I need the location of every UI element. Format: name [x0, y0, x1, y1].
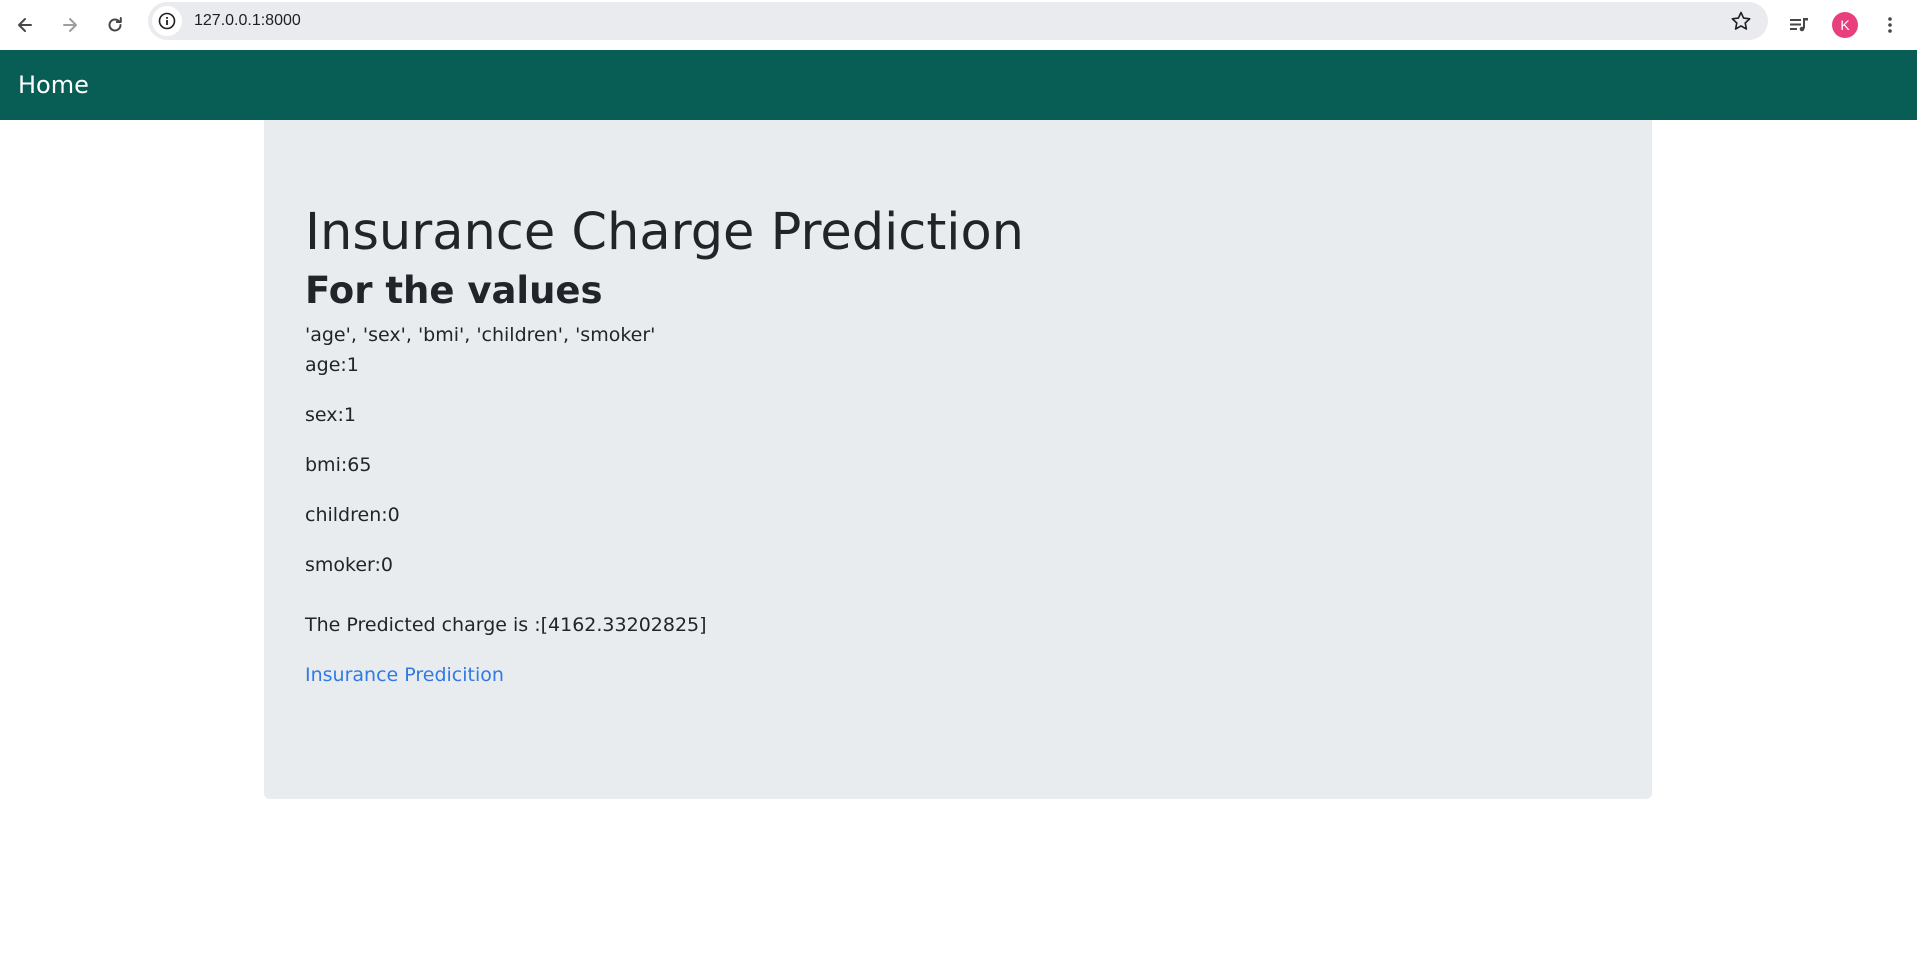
page-title: Insurance Charge Prediction — [305, 203, 1025, 262]
value-age: age:1 — [305, 353, 359, 376]
media-control-button[interactable] — [1780, 6, 1818, 44]
back-button[interactable] — [6, 6, 44, 44]
reload-icon — [108, 17, 122, 32]
value-smoker: smoker:0 — [305, 553, 394, 576]
url-text[interactable]: 127.0.0.1:8000 — [194, 2, 301, 40]
prediction-card: Insurance Charge Prediction For the valu… — [264, 120, 1652, 799]
home-link[interactable]: Home — [18, 50, 89, 120]
forward-button[interactable] — [51, 6, 89, 44]
browser-toolbar: 127.0.0.1:8000 K — [0, 0, 1917, 50]
fields-list: 'age', 'sex', 'bmi', 'children', 'smoker… — [305, 323, 656, 346]
bookmark-star-icon[interactable] — [1730, 10, 1752, 32]
value-sex: sex:1 — [305, 403, 356, 426]
profile-button[interactable]: K — [1826, 6, 1864, 44]
more-vert-icon — [1888, 17, 1892, 33]
media-queue-icon — [1790, 18, 1808, 32]
value-children: children:0 — [305, 503, 400, 526]
address-bar[interactable]: 127.0.0.1:8000 — [148, 2, 1768, 40]
predicted-charge: The Predicted charge is :[4162.33202825] — [305, 613, 707, 636]
reload-button[interactable] — [96, 6, 134, 44]
avatar-initial: K — [1840, 17, 1850, 33]
browser-menu-button[interactable] — [1871, 6, 1909, 44]
info-icon — [158, 12, 176, 30]
avatar: K — [1832, 12, 1858, 38]
site-info-button[interactable] — [152, 6, 182, 36]
site-navbar: Home — [0, 50, 1917, 120]
prediction-content: Insurance Charge Prediction For the valu… — [305, 202, 1605, 690]
value-bmi: bmi:65 — [305, 453, 372, 476]
values-heading: For the values — [305, 269, 603, 313]
arrow-left-icon — [18, 18, 32, 32]
insurance-prediction-link[interactable]: Insurance Predicition — [305, 660, 504, 690]
arrow-right-icon — [63, 18, 77, 32]
